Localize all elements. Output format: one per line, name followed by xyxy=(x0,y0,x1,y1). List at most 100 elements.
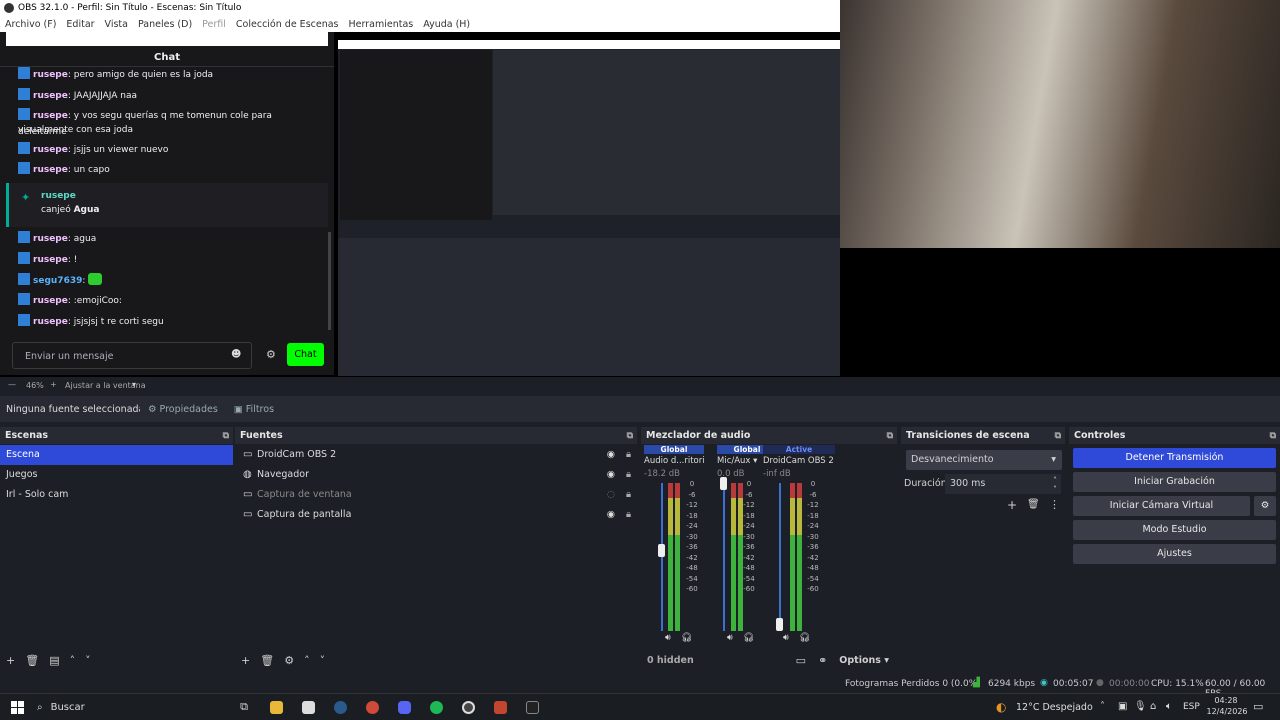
chat-url-bar[interactable] xyxy=(6,32,328,46)
mic-icon[interactable]: 🎙︎ xyxy=(1134,701,1147,712)
mute-icon[interactable]: 🔊︎ xyxy=(727,633,733,643)
zoom-dropdown-icon[interactable]: ▾ xyxy=(132,380,136,389)
scene-filters-icon[interactable]: ▤ xyxy=(49,654,59,667)
volume-fader-track[interactable] xyxy=(661,483,663,631)
app-s-icon[interactable] xyxy=(297,698,319,716)
monitor-icon[interactable]: 🎧︎ xyxy=(799,633,810,643)
spotify-icon[interactable] xyxy=(425,698,447,716)
menu-perfil[interactable]: Perfil xyxy=(197,19,231,30)
start-recording-button[interactable]: Iniciar Grabación xyxy=(1073,472,1276,492)
menu-archivo[interactable]: Archivo (F) xyxy=(0,19,61,30)
source-navegador[interactable]: ◍ Navegador ◉ 🔒︎ xyxy=(235,465,637,485)
move-down-icon[interactable]: ˅ xyxy=(85,654,91,667)
visibility-eye-icon[interactable]: ◉ xyxy=(607,465,615,485)
windows-start-icon[interactable] xyxy=(6,698,28,716)
clock-date[interactable]: 12/4/2026 xyxy=(1204,707,1250,716)
remove-source-icon[interactable]: 🗑 xyxy=(260,654,274,667)
stop-streaming-button[interactable]: Detener Transmisión xyxy=(1073,448,1276,468)
discord-icon[interactable] xyxy=(393,698,415,716)
weather-text[interactable]: 12°C Despejado xyxy=(1016,702,1093,713)
lock-icon[interactable]: 🔒︎ xyxy=(626,505,631,525)
mixer-link-icon[interactable]: ⚭ xyxy=(818,654,827,667)
add-transition-icon[interactable]: + xyxy=(1007,498,1017,512)
zoom-minus-icon[interactable]: — xyxy=(8,380,16,389)
chat-send-button[interactable]: Chat xyxy=(287,343,324,366)
dock-float-icon[interactable]: ⧉ xyxy=(1270,428,1276,444)
add-source-icon[interactable]: + xyxy=(241,654,250,667)
menu-editar[interactable]: Editar xyxy=(61,19,99,30)
network-icon[interactable]: ⌂ xyxy=(1150,701,1156,712)
filters-button[interactable]: ▣ Filtros xyxy=(226,404,282,415)
emoji-icon[interactable]: ☻ xyxy=(231,349,241,360)
mute-icon[interactable]: 🔊︎ xyxy=(783,633,789,643)
source-droidcam[interactable]: ▭ DroidCam OBS 2 ◉ 🔒︎ xyxy=(235,445,637,465)
visibility-eye-off-icon[interactable]: ◌ xyxy=(607,485,615,505)
obs-icon[interactable] xyxy=(457,698,479,716)
channel-name[interactable]: Audio d...ritorio ▾ xyxy=(644,454,704,468)
notifications-icon[interactable]: ▭ xyxy=(1253,700,1263,713)
start-virtual-camera-button[interactable]: Iniciar Cámara Virtual xyxy=(1073,496,1250,516)
language-indicator[interactable]: ESP xyxy=(1183,702,1200,712)
source-captura-pantalla[interactable]: ▭ Captura de pantalla ◉ 🔒︎ xyxy=(235,505,637,525)
add-scene-icon[interactable]: + xyxy=(6,654,15,667)
volume-fader-knob[interactable] xyxy=(720,477,727,490)
scene-juegos[interactable]: Juegos xyxy=(0,465,233,485)
chrome-icon[interactable] xyxy=(361,698,383,716)
dock-float-icon[interactable]: ⧉ xyxy=(223,428,229,444)
visibility-eye-icon[interactable]: ◉ xyxy=(607,505,615,525)
menu-herramientas[interactable]: Herramientas xyxy=(344,19,419,30)
volume-fader-knob[interactable] xyxy=(658,543,665,557)
settings-button[interactable]: Ajustes xyxy=(1073,544,1276,564)
app-grid-icon[interactable] xyxy=(489,698,511,716)
source-captura-ventana[interactable]: ▭ Captura de ventana ◌ 🔒︎ xyxy=(235,485,637,505)
duration-input[interactable]: 300 ms ˄ ˅ xyxy=(945,474,1061,494)
chat-input[interactable]: Enviar un mensaje xyxy=(12,342,252,369)
menu-vista[interactable]: Vista xyxy=(100,19,133,30)
monitor-icon[interactable]: 🎧︎ xyxy=(681,633,692,643)
move-down-icon[interactable]: ˅ xyxy=(320,654,326,667)
lock-icon[interactable]: 🔒︎ xyxy=(626,485,631,505)
virtual-camera-settings-icon[interactable]: ⚙ xyxy=(1254,496,1276,516)
properties-button[interactable]: ⚙ Propiedades xyxy=(140,404,226,415)
lock-icon[interactable]: 🔒︎ xyxy=(626,465,631,485)
menu-coleccion[interactable]: Colección de Escenas xyxy=(231,19,344,30)
remove-scene-icon[interactable]: 🗑 xyxy=(25,654,39,667)
mute-icon[interactable]: 🔊︎ xyxy=(665,633,671,643)
task-view-icon[interactable]: ⧉ xyxy=(233,698,255,716)
mixer-options-button[interactable]: Options ▾ xyxy=(839,655,889,666)
monitor-icon[interactable]: 🎧︎ xyxy=(743,633,754,643)
remove-transition-icon[interactable]: 🗑 xyxy=(1027,499,1040,510)
zoom-plus-icon[interactable]: + xyxy=(50,380,57,389)
taskbar-search[interactable]: ⌕ Buscar xyxy=(33,695,223,719)
terminal-icon[interactable] xyxy=(521,698,543,716)
steam-icon[interactable] xyxy=(329,698,351,716)
volume-fader-knob[interactable] xyxy=(776,617,783,631)
clock-time[interactable]: 04:28 xyxy=(1213,696,1239,705)
channel-name[interactable]: DroidCam OBS 2 ▾ xyxy=(763,454,835,468)
mixer-layout-icon[interactable]: ▭ xyxy=(796,654,806,667)
dock-float-icon[interactable]: ⧉ xyxy=(1055,428,1061,444)
menu-paneles[interactable]: Paneles (D) xyxy=(133,19,197,30)
chat-settings-icon[interactable]: ⚙ xyxy=(266,348,276,361)
db-scale-label: -54 xyxy=(807,574,819,583)
file-explorer-icon[interactable] xyxy=(265,698,287,716)
menu-ayuda[interactable]: Ayuda (H) xyxy=(418,19,475,30)
more-options-icon[interactable]: ⋮ xyxy=(1049,498,1060,511)
volume-fader-track[interactable] xyxy=(723,483,725,631)
volume-icon[interactable]: 🔈︎ xyxy=(1166,701,1172,712)
volume-fader-track[interactable] xyxy=(779,483,781,631)
source-settings-icon[interactable]: ⚙ xyxy=(284,654,294,667)
scene-escena[interactable]: Escena xyxy=(0,445,233,465)
move-up-icon[interactable]: ˄ xyxy=(70,654,76,667)
move-up-icon[interactable]: ˄ xyxy=(304,654,310,667)
dock-float-icon[interactable]: ⧉ xyxy=(887,428,893,444)
scene-irl[interactable]: Irl - Solo cam xyxy=(0,485,233,505)
dock-float-icon[interactable]: ⧉ xyxy=(627,428,633,444)
tray-app-icon[interactable]: ▣ xyxy=(1118,701,1127,712)
studio-mode-button[interactable]: Modo Estudio xyxy=(1073,520,1276,540)
transition-select[interactable]: Desvanecimiento ▾ xyxy=(906,450,1062,470)
lock-icon[interactable]: 🔒︎ xyxy=(626,445,631,465)
visibility-eye-icon[interactable]: ◉ xyxy=(607,445,615,465)
tray-chevron-icon[interactable]: ˄ xyxy=(1100,701,1105,712)
chat-scrollbar[interactable] xyxy=(328,232,331,330)
